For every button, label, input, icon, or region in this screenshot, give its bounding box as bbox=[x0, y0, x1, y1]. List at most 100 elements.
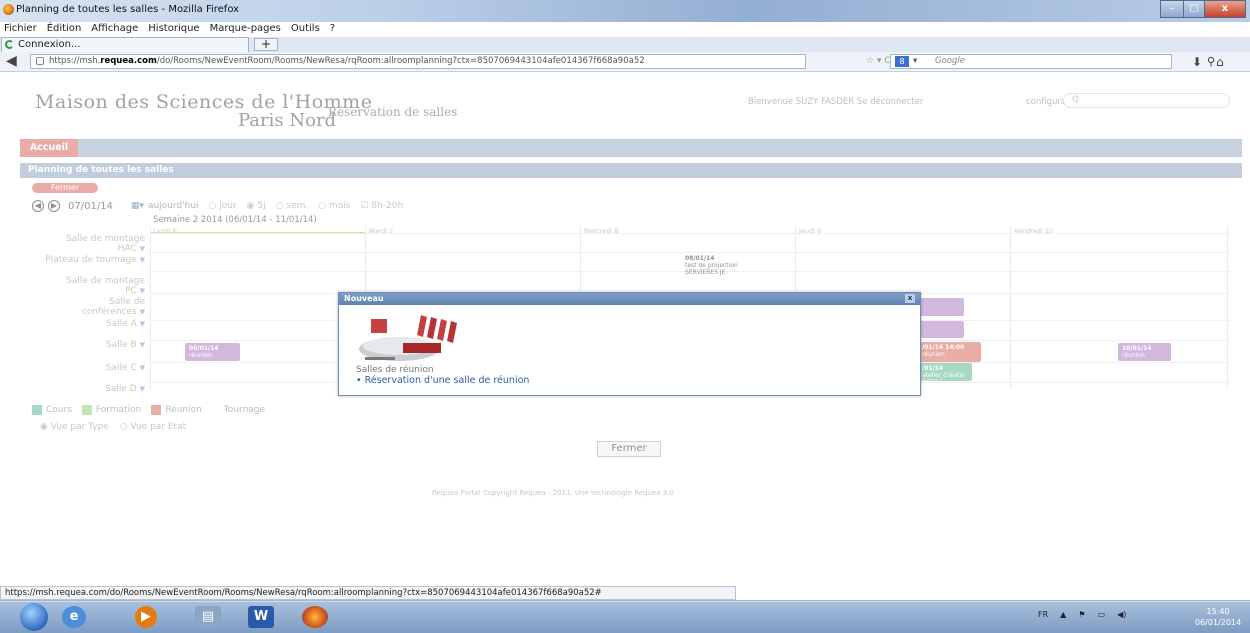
welcome-logout[interactable]: Bienvenue SUZY FASDER Se déconnecter bbox=[748, 97, 923, 107]
chevron-down-icon[interactable]: ▼ bbox=[140, 385, 145, 393]
home-icon[interactable]: ⌂ bbox=[1216, 55, 1224, 69]
panel-title: Planning de toutes les salles bbox=[20, 163, 1242, 178]
window-title: Planning de toutes les salles - Mozilla … bbox=[16, 4, 240, 15]
chevron-down-icon[interactable]: ▼ bbox=[140, 341, 145, 349]
flag-icon[interactable]: ⚑ bbox=[1078, 610, 1085, 619]
explorer-icon[interactable]: ▤ bbox=[195, 606, 221, 628]
download-icon[interactable]: ⬇ bbox=[1192, 55, 1202, 69]
event-bar[interactable] bbox=[918, 298, 964, 316]
event-owner: BATIS J bbox=[922, 379, 943, 386]
next-icon[interactable]: ▶ bbox=[48, 200, 60, 212]
media-player-icon[interactable]: ▶ bbox=[135, 606, 157, 628]
system-tray: FR ▲ ⚑ ▭ ◀) bbox=[1038, 610, 1126, 619]
clock[interactable]: 15:40 06/01/2014 bbox=[1195, 606, 1241, 628]
event-title: réunion bbox=[1122, 352, 1145, 359]
room-name: Salle C bbox=[105, 363, 137, 373]
menu-help[interactable]: ? bbox=[330, 22, 335, 37]
menu-historique[interactable]: Historique bbox=[148, 22, 199, 37]
firefox-taskbar-icon[interactable] bbox=[302, 606, 328, 628]
room-name: Salle de bbox=[109, 297, 145, 307]
room-sub: PC bbox=[125, 286, 137, 296]
event-reunion[interactable]: /01/14 14:00 réunion bbox=[918, 342, 981, 362]
title-bar: Planning de toutes les salles - Mozilla … bbox=[0, 0, 1250, 22]
vue-etat-radio[interactable]: ○ Vue par Etat bbox=[120, 422, 186, 432]
menu-edition[interactable]: Édition bbox=[47, 22, 82, 37]
room-label: Salle B ▼ bbox=[40, 340, 145, 350]
new-tab-button[interactable]: + bbox=[254, 38, 278, 51]
google-icon[interactable]: 8 bbox=[895, 56, 909, 67]
start-button[interactable] bbox=[20, 603, 48, 631]
tab-connexion[interactable]: Connexion... bbox=[1, 37, 249, 52]
calendar-icon[interactable]: ▦▾ bbox=[131, 201, 144, 211]
legend-cours: Cours bbox=[46, 405, 72, 415]
week-label: Semaine 2 2014 (06/01/14 - 11/01/14) bbox=[153, 215, 317, 225]
chevron-down-icon[interactable]: ▼ bbox=[140, 245, 145, 253]
event-cours[interactable]: /01/14 atelier Créatio BATIS J bbox=[918, 363, 972, 386]
minimize-button[interactable]: – bbox=[1160, 0, 1184, 18]
event-owner: SERVIERES JE bbox=[685, 269, 726, 276]
menu-affichage[interactable]: Affichage bbox=[91, 22, 138, 37]
ie-icon[interactable]: e bbox=[62, 606, 86, 628]
chevron-down-icon[interactable]: ▼ bbox=[140, 287, 145, 295]
close-window-button[interactable]: x bbox=[1204, 0, 1246, 18]
view-jour-radio[interactable]: ○ jour bbox=[209, 201, 237, 211]
search-box[interactable]: 8 ▾ Google ⚲ bbox=[890, 54, 1215, 69]
volume-icon[interactable]: ◀) bbox=[1117, 610, 1126, 619]
view-mois-radio[interactable]: ○ mois bbox=[318, 201, 350, 211]
menu-fichier[interactable]: Fichier bbox=[4, 22, 37, 37]
chevron-down-icon[interactable]: ▼ bbox=[140, 308, 145, 316]
room-label: Salle C ▼ bbox=[40, 363, 145, 373]
dialog-close-button[interactable]: x bbox=[905, 294, 915, 303]
taskbar: e ▶ ▤ W FR ▲ ⚑ ▭ ◀) 15:40 06/01/2014 bbox=[0, 600, 1250, 633]
current-date[interactable]: 07/01/14 bbox=[68, 201, 113, 212]
tray-arrow-icon[interactable]: ▲ bbox=[1060, 610, 1066, 619]
maximize-button[interactable]: ▢ bbox=[1183, 0, 1205, 18]
url-prefix: https://msh. bbox=[49, 56, 101, 66]
back-arrow-icon[interactable]: ◀ bbox=[6, 54, 24, 69]
site-search-input[interactable]: Q bbox=[1063, 93, 1230, 108]
fermer-small-button[interactable]: Fermer bbox=[32, 183, 98, 193]
url-path: /do/Rooms/NewEventRoom/Rooms/NewResa/rqR… bbox=[156, 56, 645, 66]
hours-label: 8h-20h bbox=[371, 201, 404, 211]
site-identity-icon[interactable] bbox=[36, 57, 44, 65]
language-indicator[interactable]: FR bbox=[1038, 610, 1048, 619]
new-reservation-dialog: Nouveau x Salles de réunion • Réservatio… bbox=[338, 292, 921, 396]
clock-time: 15:40 bbox=[1206, 607, 1230, 616]
room-name: Plateau de tournage bbox=[45, 255, 137, 265]
chevron-down-icon[interactable]: ▼ bbox=[140, 320, 145, 328]
event-bar[interactable] bbox=[918, 321, 964, 338]
legend-formation: Formation bbox=[95, 405, 142, 415]
room-sub: HAC bbox=[117, 244, 137, 254]
event-reunion[interactable]: 06/01/14 réunion bbox=[185, 343, 240, 361]
event-tournage[interactable]: 08/01/14 test de projection SERVIERES JE bbox=[685, 255, 738, 276]
menu-outils[interactable]: Outils bbox=[291, 22, 320, 37]
view-sem-radio[interactable]: ○ sem. bbox=[276, 201, 309, 211]
view-5j-radio[interactable]: ◉ 5j bbox=[247, 201, 266, 211]
reload-icon[interactable]: ☆ ▾ C bbox=[866, 56, 891, 66]
event-reunion[interactable]: 10/01/14 réunion bbox=[1118, 343, 1171, 361]
search-engine-dropdown-icon[interactable]: ▾ bbox=[913, 55, 917, 68]
app-title: Réservation de salles bbox=[328, 105, 458, 119]
previous-icon[interactable]: ◀ bbox=[32, 200, 44, 212]
dialog-title: Nouveau bbox=[344, 294, 384, 303]
url-bar[interactable]: https://msh.requea.com/do/Rooms/NewEvent… bbox=[30, 54, 806, 69]
chevron-down-icon[interactable]: ▼ bbox=[140, 364, 145, 372]
vue-etat-label: Vue par Etat bbox=[130, 422, 187, 432]
menu-marque-pages[interactable]: Marque-pages bbox=[210, 22, 281, 37]
event-date: 08/01/14 bbox=[685, 255, 715, 262]
vue-type-radio[interactable]: ◉ Vue par Type bbox=[40, 422, 109, 432]
day-column: Vendredi 10 bbox=[1010, 226, 1228, 389]
room-label: Salle de montage PC ▼ bbox=[40, 276, 145, 296]
network-icon[interactable]: ▭ bbox=[1098, 610, 1106, 619]
room-label: Plateau de tournage ▼ bbox=[20, 255, 145, 265]
chevron-down-icon[interactable]: ▼ bbox=[140, 256, 145, 264]
reserve-meeting-room-link[interactable]: • Réservation d'une salle de réunion bbox=[356, 375, 529, 386]
fermer-button[interactable]: Fermer bbox=[597, 441, 661, 457]
today-option[interactable]: aujourd'hui bbox=[148, 201, 199, 211]
accueil-tab[interactable]: Accueil bbox=[20, 139, 78, 157]
legend-tournage: Tournage bbox=[223, 405, 266, 415]
word-icon[interactable]: W bbox=[248, 606, 274, 628]
hours-checkbox[interactable]: ☑ 8h-20h bbox=[360, 201, 403, 211]
logo-line2: Paris Nord bbox=[238, 110, 337, 131]
tab-bar: Connexion... + bbox=[0, 37, 1250, 52]
